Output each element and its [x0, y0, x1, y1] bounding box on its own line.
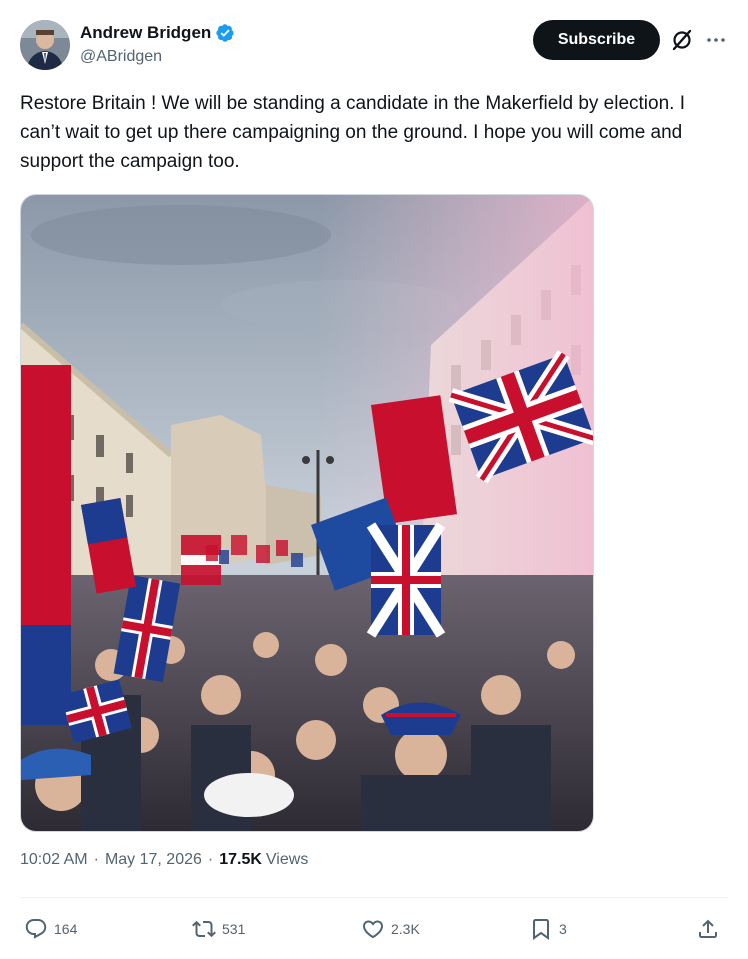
views-count: 17.5K: [219, 851, 262, 868]
tweet-header: Andrew Bridgen @ABridgen Subscribe: [20, 20, 728, 72]
handle[interactable]: @ABridgen: [80, 48, 235, 66]
tweet-meta: 10:02 AM · May 17, 2026 · 17.5K Views: [20, 851, 308, 869]
tweet-photo[interactable]: [20, 194, 594, 832]
subscribe-button[interactable]: Subscribe: [533, 20, 660, 60]
author-block: Andrew Bridgen @ABridgen: [80, 22, 235, 66]
separator-dot: ·: [93, 851, 99, 868]
reply-icon: [24, 917, 48, 941]
tweet-text: Restore Britain ! We will be standing a …: [20, 93, 685, 172]
share-icon: [696, 917, 720, 941]
bookmark-count: 3: [559, 921, 567, 937]
repost-button[interactable]: 531: [192, 910, 245, 948]
display-name[interactable]: Andrew Bridgen: [80, 23, 211, 43]
like-button[interactable]: 2.3K: [361, 910, 420, 948]
grok-icon[interactable]: [670, 28, 694, 52]
verified-badge-icon: [215, 23, 235, 43]
bookmark-icon: [529, 917, 553, 941]
divider: [20, 897, 728, 898]
reply-button[interactable]: 164: [24, 910, 77, 948]
views-label: Views: [265, 851, 309, 868]
more-icon[interactable]: [704, 28, 728, 52]
like-count: 2.3K: [391, 921, 420, 937]
bookmark-button[interactable]: 3: [529, 910, 567, 948]
tweet-date[interactable]: May 17, 2026: [105, 851, 202, 869]
action-bar: 164 531 2.3K 3: [20, 910, 728, 948]
repost-count: 531: [222, 921, 246, 937]
avatar[interactable]: [20, 20, 70, 70]
like-icon: [361, 917, 385, 941]
tweet-time[interactable]: 10:02 AM: [20, 851, 88, 869]
reply-count: 164: [54, 921, 78, 937]
share-button[interactable]: [696, 910, 720, 948]
repost-icon: [192, 917, 216, 941]
separator-dot: ·: [207, 851, 214, 868]
